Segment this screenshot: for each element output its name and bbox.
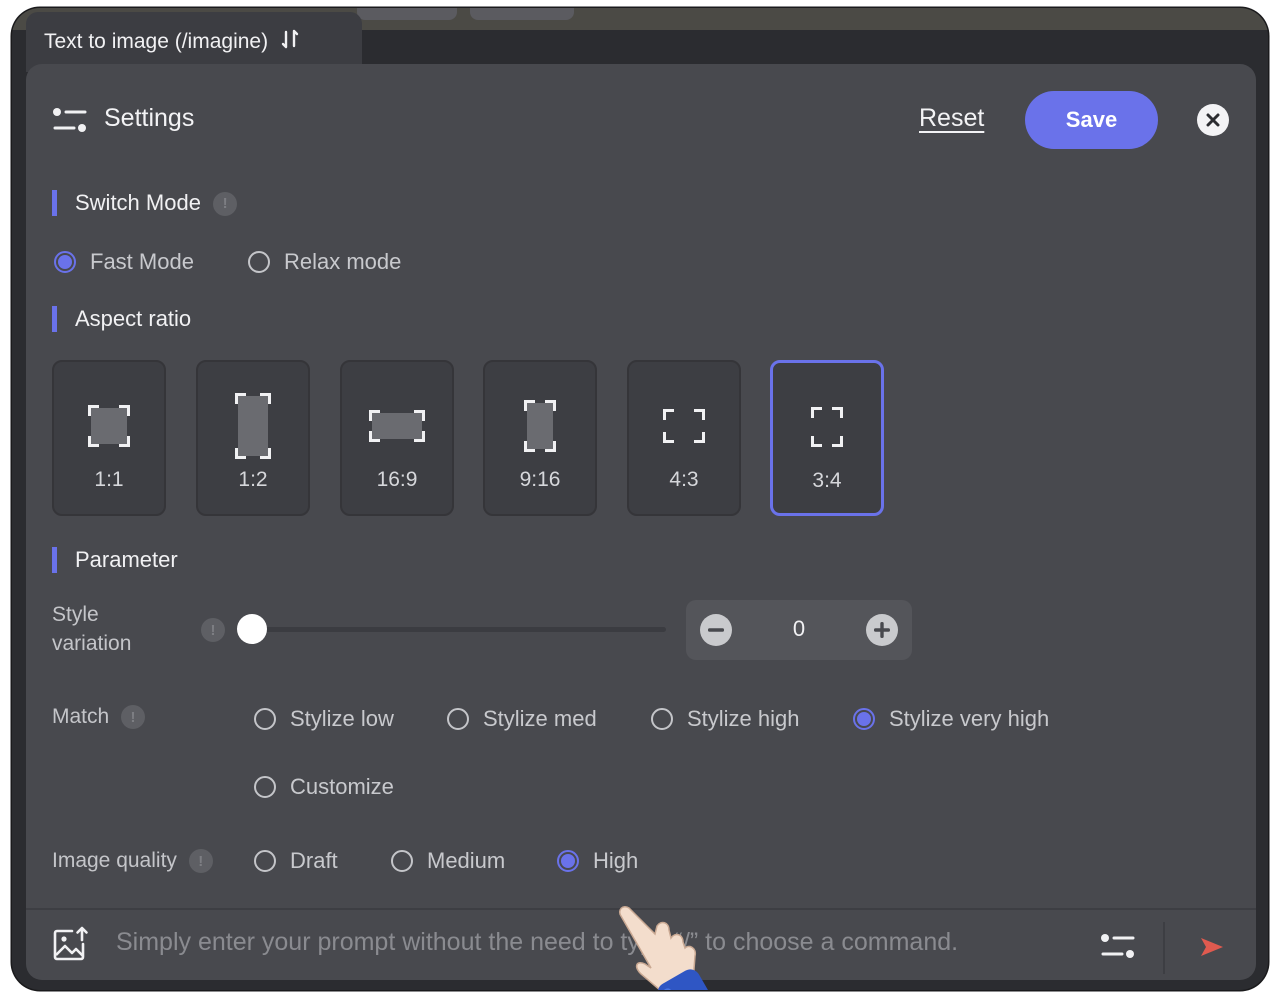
aspect-label: 4:3 — [669, 468, 699, 491]
settings-panel: Settings Reset Save Switch Mode ! Fast M… — [26, 64, 1256, 990]
aspect-ratio-label: Aspect ratio — [75, 306, 192, 331]
aspect-option-9-16[interactable]: 9:16 — [483, 360, 597, 516]
aspect-square-icon — [88, 405, 130, 447]
background-tab — [470, 8, 574, 20]
radio-relax-mode[interactable]: Relax mode — [248, 249, 401, 275]
radio-indicator — [254, 776, 276, 798]
aspect-option-3-4[interactable]: 3:4 — [770, 360, 884, 516]
prompt-input[interactable]: Simply enter your prompt without the nee… — [116, 928, 1066, 957]
aspect-landscape-icon — [369, 410, 425, 442]
info-icon[interactable]: ! — [188, 849, 213, 874]
swap-vertical-icon[interactable] — [280, 28, 300, 56]
radio-stylize-med[interactable]: Stylize med — [447, 706, 597, 732]
radio-indicator — [54, 251, 76, 273]
style-variation-stepper: 0 — [686, 600, 912, 660]
parameter-label: Parameter — [75, 547, 178, 572]
radio-indicator — [447, 708, 469, 730]
radio-medium[interactable]: Medium — [391, 848, 505, 874]
pointer-hand-icon — [611, 904, 715, 990]
divider — [1163, 922, 1165, 974]
aspect-portrait-icon — [235, 393, 271, 459]
save-button[interactable]: Save — [1025, 91, 1158, 149]
send-icon[interactable] — [1199, 936, 1225, 963]
minus-icon[interactable] — [700, 614, 732, 646]
info-icon[interactable]: ! — [201, 618, 225, 642]
radio-indicator — [254, 708, 276, 730]
aspect-portrait-icon — [524, 400, 556, 452]
radio-label: Medium — [427, 848, 506, 873]
aspect-option-1-2[interactable]: 1:2 — [196, 360, 310, 516]
close-icon[interactable] — [1197, 104, 1229, 136]
aspect-label: 1:2 — [238, 468, 268, 491]
image-quality-label: Image quality — [52, 849, 177, 872]
aspect-label: 3:4 — [812, 469, 842, 492]
radio-label: Relax mode — [284, 249, 402, 274]
radio-label: Customize — [290, 774, 394, 799]
aspect-label: 1:1 — [94, 468, 124, 491]
image-quality-label-row: Image quality ! — [52, 846, 213, 875]
radio-indicator — [248, 251, 270, 273]
background-tab — [357, 8, 457, 20]
radio-stylize-high[interactable]: Stylize high — [651, 706, 800, 732]
app-window: Text to image (/imagine) Settings Reset … — [12, 8, 1268, 990]
aspect-portrait-icon — [811, 407, 843, 447]
sliders-icon[interactable] — [1100, 932, 1136, 967]
aspect-option-4-3[interactable]: 4:3 — [627, 360, 741, 516]
radio-draft[interactable]: Draft — [254, 848, 338, 874]
info-icon[interactable]: ! — [121, 705, 146, 730]
radio-label: Draft — [290, 848, 338, 873]
radio-indicator — [557, 850, 579, 872]
reset-button[interactable]: Reset — [919, 104, 984, 133]
switch-mode-heading: Switch Mode ! — [52, 190, 238, 217]
aspect-option-16-9[interactable]: 16:9 — [340, 360, 454, 516]
info-icon[interactable]: ! — [213, 192, 238, 217]
radio-indicator — [254, 850, 276, 872]
parameter-heading: Parameter — [52, 547, 178, 573]
style-variation-slider-thumb[interactable] — [237, 614, 267, 644]
style-variation-label-line2: variation — [52, 632, 132, 655]
radio-indicator — [391, 850, 413, 872]
radio-label: High — [593, 848, 639, 873]
style-variation-value[interactable]: 0 — [776, 616, 822, 642]
switch-mode-label: Switch Mode — [75, 190, 201, 215]
radio-fast-mode[interactable]: Fast Mode — [54, 249, 194, 275]
aspect-ratio-heading: Aspect ratio — [52, 306, 191, 332]
radio-label: Stylize high — [687, 706, 800, 731]
radio-high[interactable]: High — [557, 848, 638, 874]
radio-stylize-very-high[interactable]: Stylize very high — [853, 706, 1049, 732]
style-variation-slider-track[interactable] — [252, 627, 666, 632]
tab-title: Text to image (/imagine) — [44, 30, 269, 53]
radio-indicator — [853, 708, 875, 730]
plus-icon[interactable] — [866, 614, 898, 646]
radio-label: Stylize med — [483, 706, 597, 731]
style-variation-label: Style variation — [52, 600, 131, 658]
tab-text-to-image[interactable]: Text to image (/imagine) — [26, 12, 362, 72]
radio-indicator — [651, 708, 673, 730]
aspect-option-1-1[interactable]: 1:1 — [52, 360, 166, 516]
aspect-label: 16:9 — [376, 468, 418, 491]
radio-label: Stylize very high — [889, 706, 1050, 731]
aspect-landscape-icon — [663, 409, 705, 443]
aspect-label: 9:16 — [519, 468, 561, 491]
radio-label: Fast Mode — [90, 249, 194, 274]
sliders-icon — [52, 106, 88, 141]
radio-customize[interactable]: Customize — [254, 774, 394, 800]
match-label-row: Match ! — [52, 702, 146, 731]
page-title: Settings — [104, 104, 195, 132]
radio-label: Stylize low — [290, 706, 394, 731]
match-label: Match — [52, 705, 110, 728]
radio-stylize-low[interactable]: Stylize low — [254, 706, 394, 732]
style-variation-label-line1: Style — [52, 603, 99, 626]
image-upload-icon[interactable] — [52, 926, 90, 967]
